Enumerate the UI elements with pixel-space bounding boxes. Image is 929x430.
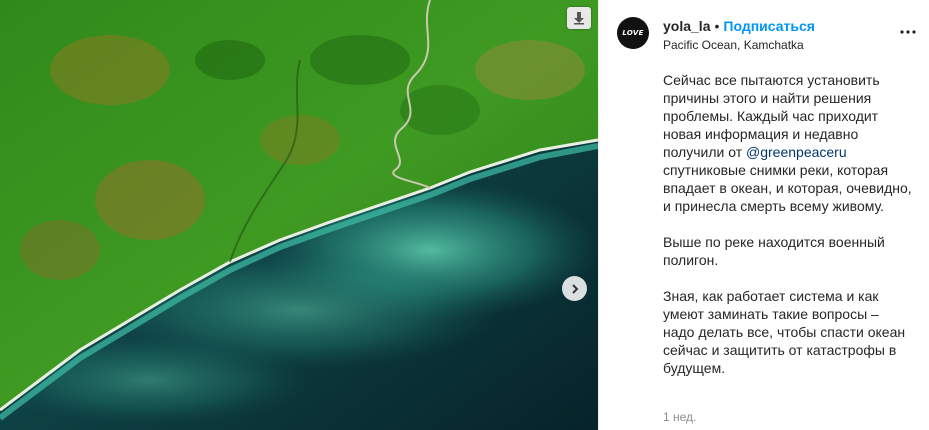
caption-paragraph: Сейчас все пытаются установить причины э… (663, 71, 913, 215)
caption-paragraph: Зная, как работает система и как умеют з… (663, 288, 906, 376)
more-dots-icon (900, 30, 916, 34)
follow-button[interactable]: Подписаться (723, 18, 815, 34)
post-image[interactable] (0, 0, 598, 430)
caption-paragraph: Выше по реке находится военный полигон. (663, 234, 885, 268)
location-link[interactable]: Pacific Ocean, Kamchatka (663, 38, 804, 52)
user-line: yola_la • Подписаться (663, 17, 815, 35)
avatar[interactable]: LOVE (617, 17, 649, 49)
next-image-button[interactable] (562, 276, 587, 301)
post-caption: Сейчас все пытаются установить причины э… (663, 71, 913, 395)
satellite-image (0, 0, 598, 430)
more-options-button[interactable] (898, 22, 918, 42)
caption-text: спутниковые снимки реки, которая впадает… (663, 162, 912, 214)
separator-dot: • (714, 18, 720, 34)
save-button[interactable] (567, 7, 591, 29)
avatar-logo-text: LOVE (622, 29, 644, 37)
username-link[interactable]: yola_la (663, 18, 710, 34)
post-timestamp[interactable]: 1 нед. (663, 410, 696, 424)
post-header: LOVE yola_la • Подписаться Pacific Ocean, … (599, 0, 929, 62)
mention-link[interactable]: @greenpeaceru (746, 144, 847, 160)
chevron-right-icon (571, 283, 578, 294)
download-arrow-icon (574, 12, 584, 25)
post-sidebar: LOVE yola_la • Подписаться Pacific Ocean, … (598, 0, 929, 430)
